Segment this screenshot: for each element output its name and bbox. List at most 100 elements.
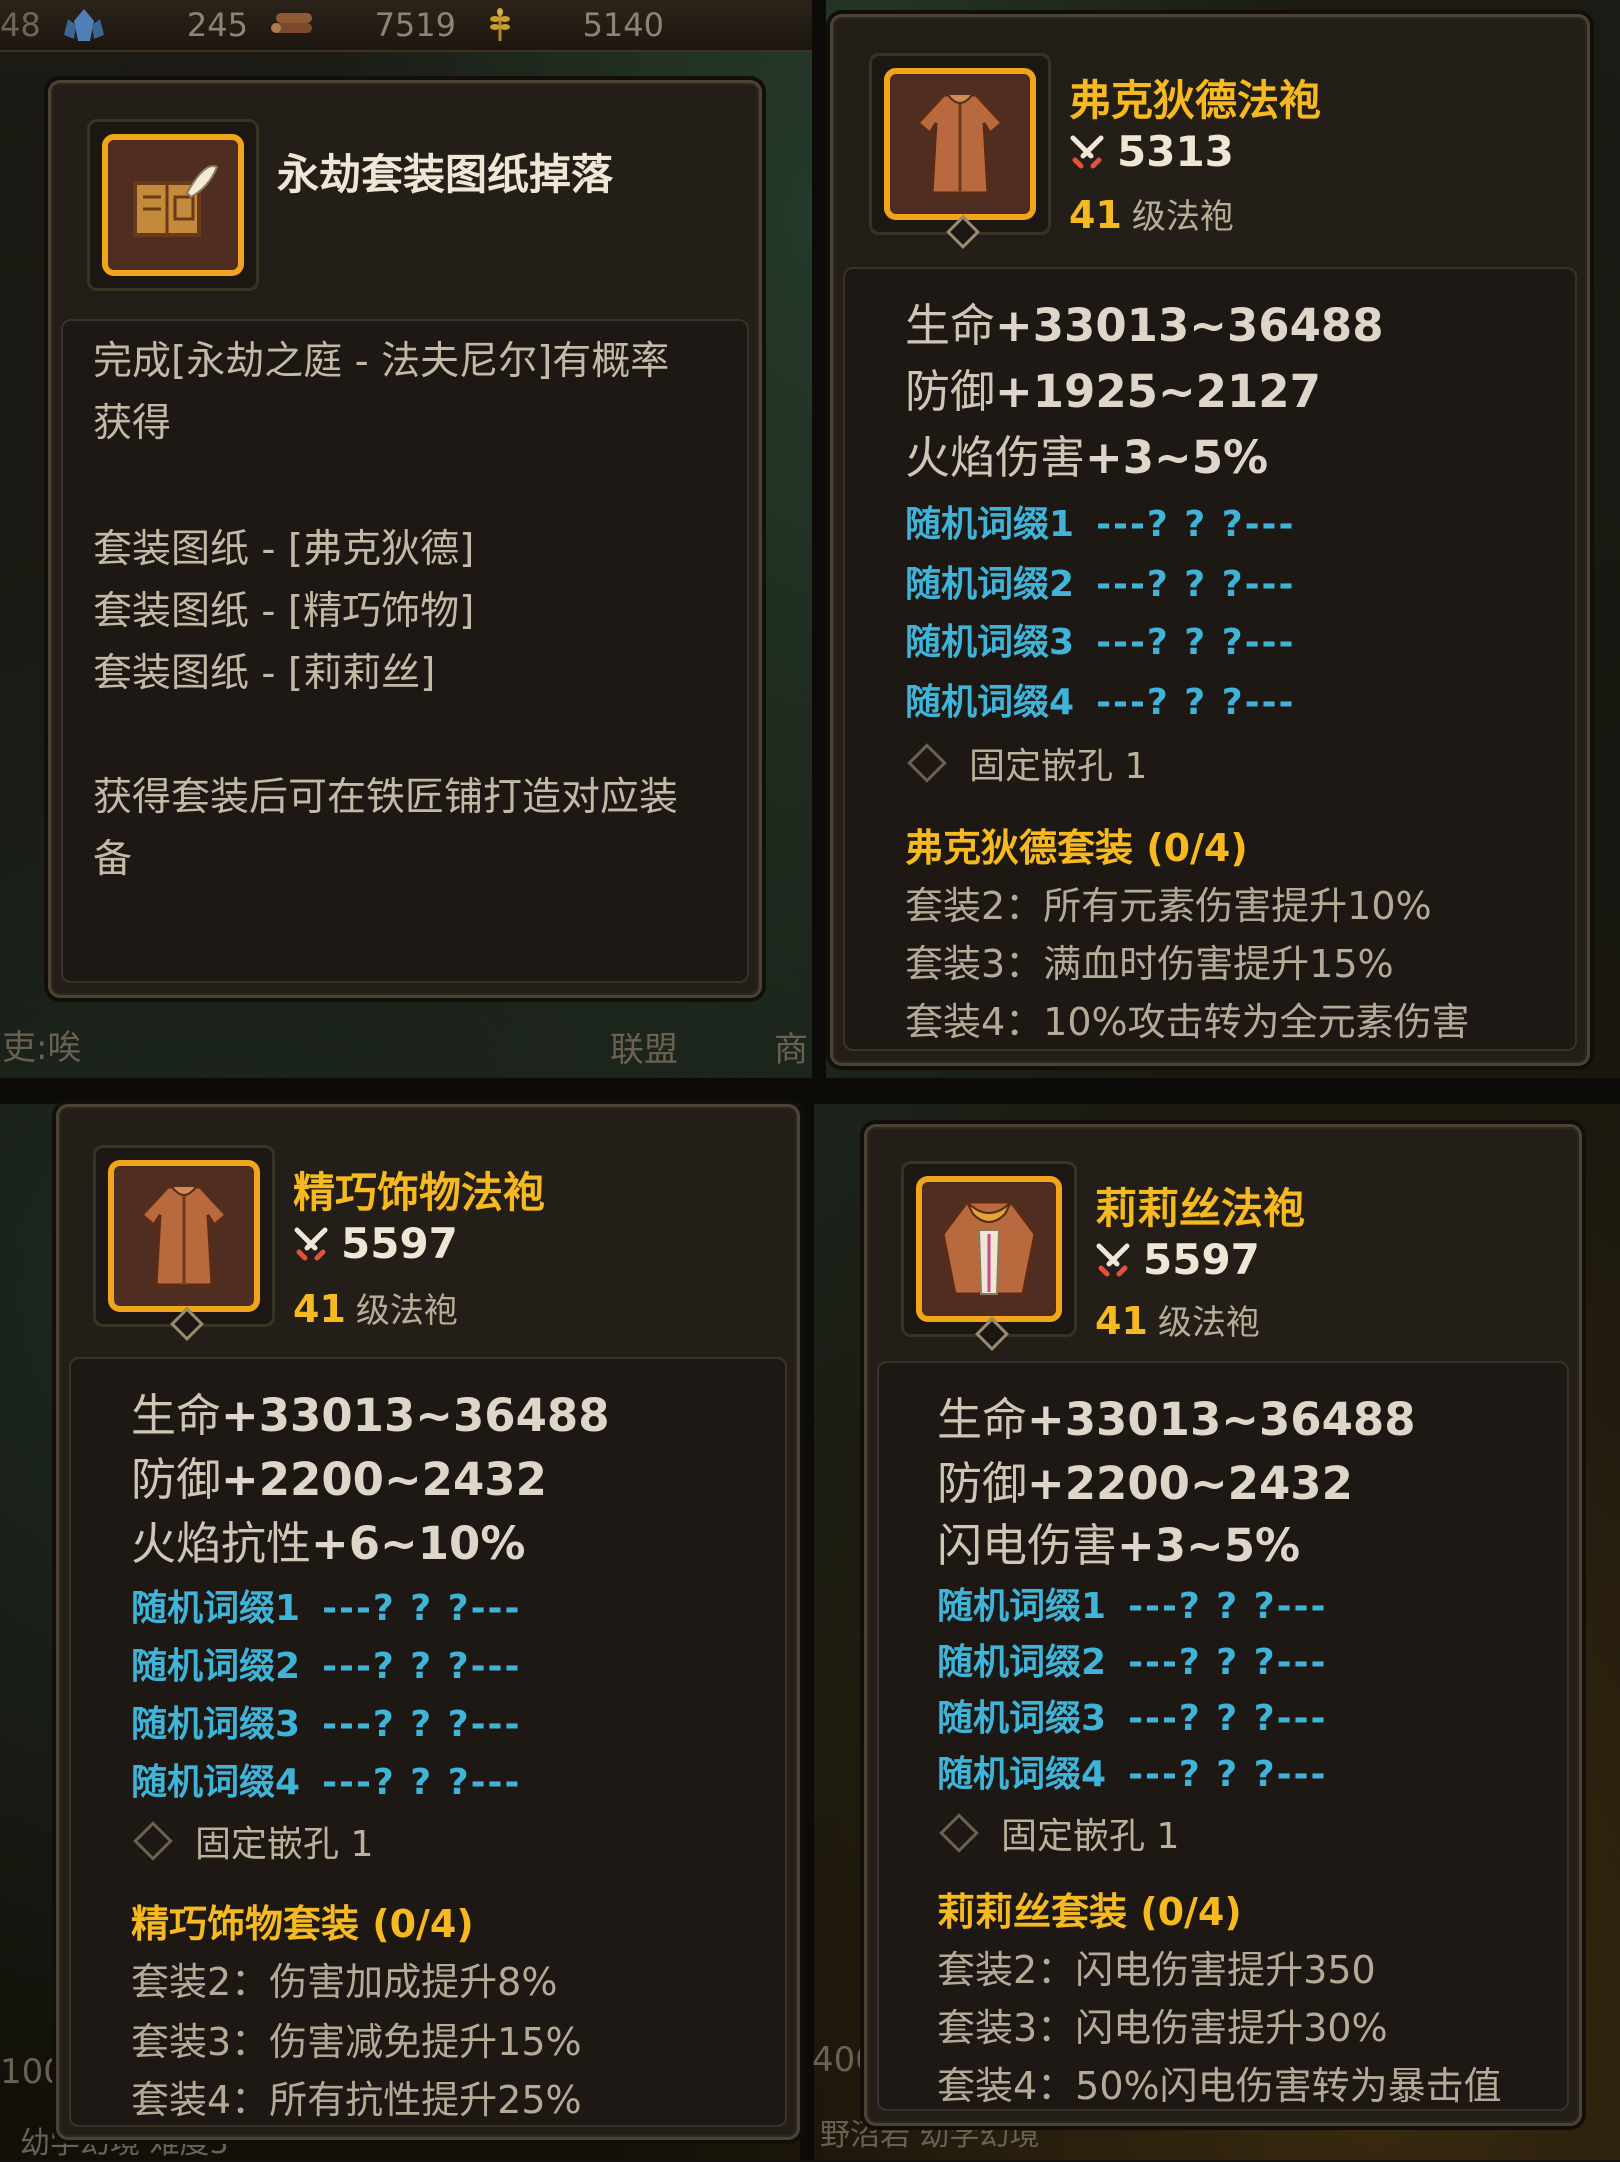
item-power: 5313 bbox=[1069, 127, 1234, 176]
tooltip-title: 永劫套装图纸掉落 bbox=[277, 150, 614, 199]
set-bonus: 套装4：50%闪电伤害转为暴击值 bbox=[937, 2064, 1502, 2108]
crossed-swords-icon bbox=[1070, 135, 1104, 168]
socket-diamond-icon bbox=[907, 743, 947, 783]
level-number: 41 bbox=[1069, 193, 1122, 237]
drop-description: 获得 bbox=[93, 401, 172, 446]
item-icon bbox=[108, 1160, 260, 1312]
item-power: 5597 bbox=[293, 1219, 458, 1268]
item-level: 41 级法袍 bbox=[1095, 1295, 1260, 1344]
item-name: 弗克狄德法袍 bbox=[1069, 76, 1322, 125]
item-tooltip: 弗克狄德法袍 5313 41 级法袍 生命+33013~36488 防御+1925… bbox=[830, 14, 1590, 1066]
item-tooltip: 精巧饰物法袍 5597 41 级法袍 生命+33013~36488 防御+2200… bbox=[56, 1104, 800, 2140]
set-bonus: 套装4：10%攻击转为全元素伤害 bbox=[905, 1000, 1470, 1044]
stat-defense: 防御+2200~2432 bbox=[131, 1453, 547, 1506]
random-affix: 随机词缀1 ---? ? ?--- bbox=[937, 1586, 1328, 1627]
item-type: 级法袍 bbox=[355, 1291, 458, 1331]
stat-defense: 防御+1925~2127 bbox=[905, 365, 1321, 418]
random-affix: 随机词缀3 ---? ? ?--- bbox=[131, 1704, 522, 1745]
resource-partial-value: 48 bbox=[0, 6, 41, 44]
set-bonus: 套装4：所有抗性提升25% bbox=[131, 2078, 582, 2122]
random-affix: 随机词缀2 ---? ? ?--- bbox=[131, 1646, 522, 1687]
fixed-socket: 固定嵌孔 1 bbox=[937, 1807, 1179, 1859]
alliance-menu-button[interactable]: 联盟 bbox=[610, 1022, 678, 1071]
set-name: 莉莉丝套装 (0/4) bbox=[937, 1890, 1242, 1934]
chat-fragment: 吏:唉 bbox=[2, 1028, 82, 1068]
item-tooltip: 莉莉丝法袍 5597 41 级法袍 生命+33013~36488 防御+2200~… bbox=[864, 1124, 1582, 2126]
cloak-robe-icon bbox=[941, 1200, 1037, 1296]
collage-divider bbox=[0, 1078, 1620, 1104]
set-bonus: 套装3：伤害减免提升15% bbox=[131, 2020, 582, 2064]
power-value: 5313 bbox=[1117, 127, 1234, 176]
collage-divider bbox=[800, 1104, 814, 2160]
blueprint-scroll-icon bbox=[133, 165, 219, 237]
random-affix: 随机词缀3 ---? ? ?--- bbox=[905, 622, 1296, 663]
socket-diamond-icon bbox=[939, 1813, 979, 1853]
item-icon-frame bbox=[869, 53, 1051, 249]
random-affix: 随机词缀1 ---? ? ?--- bbox=[905, 504, 1296, 545]
robe-icon bbox=[139, 1185, 229, 1287]
random-affix: 随机词缀3 ---? ? ?--- bbox=[937, 1698, 1328, 1739]
robe-icon bbox=[915, 93, 1005, 195]
random-affix: 随机词缀2 ---? ? ?--- bbox=[937, 1642, 1328, 1683]
collage-divider bbox=[812, 0, 826, 1078]
item-power: 5597 bbox=[1095, 1235, 1260, 1284]
set-bonus: 套装3：闪电伤害提升30% bbox=[937, 2006, 1388, 2050]
resource-bar: 48 245 7519 5140 bbox=[0, 0, 812, 52]
item-icon-frame bbox=[93, 1145, 275, 1341]
item-icon bbox=[102, 134, 244, 276]
set-name: 弗克狄德套装 (0/4) bbox=[905, 826, 1248, 870]
drop-description: 完成[永劫之庭 - 法夫尼尔]有概率 bbox=[93, 339, 670, 384]
random-affix: 随机词缀2 ---? ? ?--- bbox=[905, 564, 1296, 605]
socket-diamond-icon bbox=[170, 1307, 204, 1341]
item-level: 41 级法袍 bbox=[293, 1283, 458, 1332]
tooltip-body: 完成[永劫之庭 - 法夫尼尔]有概率 获得 套装图纸 - [弗克狄德] 套装图纸… bbox=[61, 319, 749, 983]
item-type: 级法袍 bbox=[1157, 1303, 1260, 1343]
random-affix: 随机词缀4 ---? ? ?--- bbox=[131, 1762, 522, 1803]
fixed-socket: 固定嵌孔 1 bbox=[131, 1815, 373, 1867]
item-icon bbox=[916, 1176, 1062, 1322]
item-icon bbox=[884, 68, 1036, 220]
crystal-amount: 245 bbox=[186, 6, 248, 44]
item-stats-body: 生命+33013~36488 防御+2200~2432 火焰抗性+6~10% 随… bbox=[69, 1357, 787, 2127]
stat-defense: 防御+2200~2432 bbox=[937, 1457, 1353, 1510]
wood-icon bbox=[271, 13, 312, 33]
random-affix: 随机词缀4 ---? ? ?--- bbox=[905, 682, 1296, 723]
power-value: 5597 bbox=[341, 1219, 458, 1268]
item-stats-body: 生命+33013~36488 防御+2200~2432 闪电伤害+3~5% 随机… bbox=[877, 1361, 1569, 2111]
crafting-note: 获得套装后可在铁匠铺打造对应装 bbox=[93, 775, 679, 820]
blueprint-item: 套装图纸 - [精巧饰物] bbox=[93, 589, 475, 634]
level-number: 41 bbox=[293, 1287, 346, 1331]
stat-element: 闪电伤害+3~5% bbox=[937, 1519, 1301, 1572]
socket-diamond-icon bbox=[133, 1821, 173, 1861]
item-name: 精巧饰物法袍 bbox=[293, 1168, 546, 1217]
set-bonus: 套装2：伤害加成提升8% bbox=[131, 1960, 558, 2004]
power-value: 5597 bbox=[1143, 1235, 1260, 1284]
crafting-note: 备 bbox=[93, 837, 133, 882]
set-bonus: 套装2：所有元素伤害提升10% bbox=[905, 884, 1432, 928]
socket-diamond-icon bbox=[975, 1317, 1009, 1351]
drop-info-tooltip: 永劫套装图纸掉落 完成[永劫之庭 - 法夫尼尔]有概率 获得 套装图纸 - [弗… bbox=[48, 80, 762, 998]
shop-menu-button[interactable]: 商 bbox=[774, 1022, 808, 1071]
blueprint-item: 套装图纸 - [弗克狄德] bbox=[93, 527, 475, 572]
item-level: 41 级法袍 bbox=[1069, 189, 1234, 238]
crossed-swords-icon bbox=[294, 1227, 328, 1260]
stat-element: 火焰抗性+6~10% bbox=[131, 1517, 526, 1570]
stat-life: 生命+33013~36488 bbox=[937, 1393, 1416, 1446]
stat-life: 生命+33013~36488 bbox=[905, 299, 1384, 352]
socket-diamond-icon bbox=[946, 215, 980, 249]
stat-life: 生命+33013~36488 bbox=[131, 1389, 610, 1442]
random-affix: 随机词缀1 ---? ? ?--- bbox=[131, 1588, 522, 1629]
item-name: 莉莉丝法袍 bbox=[1095, 1184, 1306, 1233]
set-bonus: 套装2：闪电伤害提升350 bbox=[937, 1948, 1376, 1992]
item-type: 级法袍 bbox=[1131, 197, 1234, 237]
item-icon-frame bbox=[87, 119, 259, 291]
level-number: 41 bbox=[1095, 1299, 1148, 1343]
crossed-swords-icon bbox=[1096, 1243, 1130, 1276]
fixed-socket: 固定嵌孔 1 bbox=[905, 737, 1147, 789]
blueprint-item: 套装图纸 - [莉莉丝] bbox=[93, 651, 436, 696]
item-stats-body: 生命+33013~36488 防御+1925~2127 火焰伤害+3~5% 随机… bbox=[843, 267, 1577, 1051]
crystal-icon bbox=[64, 9, 104, 41]
set-bonus: 套装3：满血时伤害提升15% bbox=[905, 942, 1394, 986]
random-affix: 随机词缀4 ---? ? ?--- bbox=[937, 1754, 1328, 1795]
item-icon-frame bbox=[901, 1161, 1077, 1351]
